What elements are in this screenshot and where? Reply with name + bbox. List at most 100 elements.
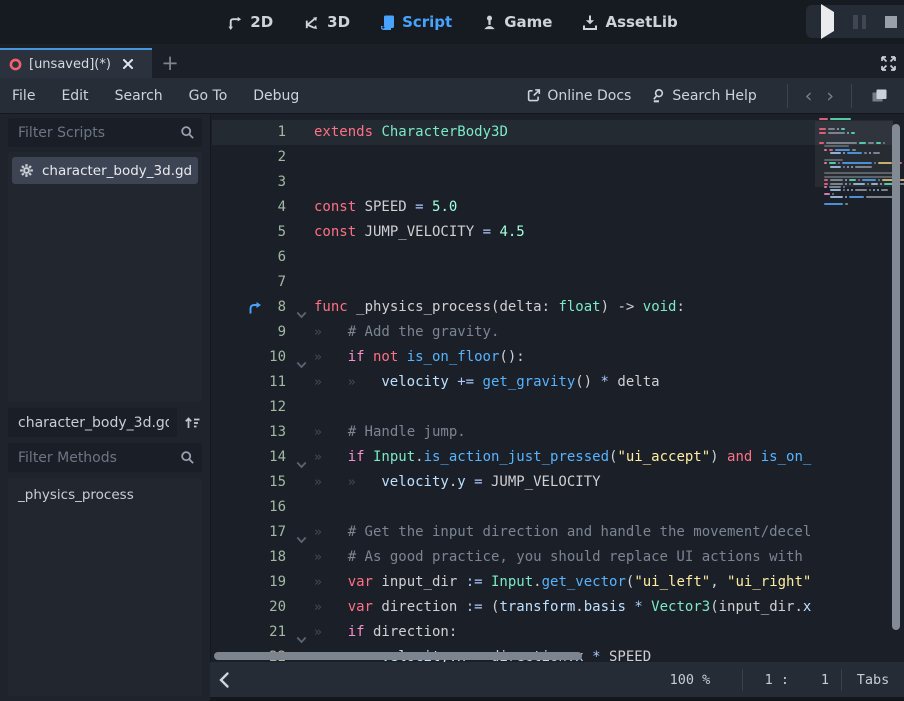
token-base: direction bbox=[381, 599, 465, 615]
workspace-tab-assetlib[interactable]: AssetLib bbox=[582, 13, 677, 31]
code-line-1: 1extends CharacterBody3D bbox=[212, 120, 816, 145]
token-fn: is_on_floor bbox=[407, 349, 500, 365]
token-member: velocity bbox=[381, 474, 448, 490]
minimap-line-pill bbox=[843, 166, 845, 168]
workspace-tab-3d[interactable]: 3D bbox=[303, 13, 350, 31]
separator bbox=[851, 84, 852, 108]
method-list-item[interactable]: _physics_process bbox=[8, 478, 202, 507]
minimap-line-pill bbox=[819, 118, 828, 120]
minimap[interactable] bbox=[815, 114, 893, 662]
scripts-panel-toggle-icon[interactable] bbox=[862, 87, 896, 104]
workspace-tab-2d[interactable]: 2D bbox=[226, 13, 273, 31]
code-line-20: 20»var direction := (transform.basis * V… bbox=[212, 595, 816, 620]
tab-indent-marker: » bbox=[314, 445, 348, 470]
minimap-line-pill bbox=[880, 183, 882, 185]
line-number: 5 bbox=[240, 220, 286, 245]
indent-mode-button[interactable]: Tabs bbox=[842, 672, 904, 688]
line-number: 7 bbox=[240, 270, 286, 295]
external-link-icon bbox=[526, 88, 541, 103]
menu-debug[interactable]: Debug bbox=[253, 88, 313, 104]
menu-edit[interactable]: Edit bbox=[61, 88, 102, 104]
token-num: 4.5 bbox=[499, 224, 524, 240]
filter-scripts-input[interactable] bbox=[8, 118, 202, 147]
pause-button[interactable] bbox=[853, 15, 866, 29]
minimap-line-pill bbox=[837, 128, 839, 130]
script-path-field[interactable] bbox=[8, 408, 177, 437]
tab-indent-marker: » bbox=[314, 420, 348, 445]
workspace-label: Script bbox=[402, 13, 452, 31]
token-op: = bbox=[483, 224, 500, 240]
menu-go-to[interactable]: Go To bbox=[189, 88, 242, 104]
minimap-line-pill bbox=[855, 189, 867, 191]
online-docs-button[interactable]: Online Docs bbox=[526, 88, 631, 104]
history-forward-icon[interactable]: › bbox=[819, 85, 841, 107]
code-line-2: 2 bbox=[212, 145, 816, 170]
history-back-icon[interactable]: ‹ bbox=[798, 85, 820, 107]
minimap-line-pill bbox=[853, 183, 865, 185]
token-base: direction bbox=[373, 624, 449, 640]
workspace-label: AssetLib bbox=[605, 13, 677, 31]
play-icon bbox=[821, 4, 834, 39]
code-line-10: 10»if not is_on_floor(): bbox=[212, 345, 816, 370]
token-str: "ui_right" bbox=[727, 574, 811, 590]
tab-close-icon[interactable] bbox=[122, 58, 134, 70]
token-fn: get_vector bbox=[542, 574, 626, 590]
line-number: 9 bbox=[240, 320, 286, 345]
minimap-line-pill bbox=[832, 193, 834, 195]
distraction-free-icon[interactable] bbox=[880, 55, 897, 76]
minimap-line-pill bbox=[869, 152, 871, 154]
minimap-line-pill bbox=[864, 152, 867, 154]
code-line-5: 5const JUMP_VELOCITY = 4.5 bbox=[212, 220, 816, 245]
code-text: »# As good practice, you should replace … bbox=[314, 545, 803, 570]
code-line-3: 3 bbox=[212, 170, 816, 195]
scripts-list: character_body_3d.gd bbox=[8, 152, 202, 402]
script-tab-strip: [unsaved](*) + bbox=[0, 44, 904, 78]
script-editor-menubar: File Edit Search Go To Debug Online Docs bbox=[0, 78, 904, 114]
line-number: 13 bbox=[240, 420, 286, 445]
assetlib-icon bbox=[582, 14, 598, 31]
token-member: basis bbox=[584, 599, 635, 615]
code-editor[interactable]: 1extends CharacterBody3D234const SPEED =… bbox=[210, 114, 904, 662]
minimap-line-pill bbox=[900, 179, 904, 181]
search-help-button[interactable]: Search Help bbox=[651, 88, 756, 104]
token-base: (): bbox=[499, 349, 524, 365]
editor-zoom-value[interactable]: 100 % bbox=[638, 672, 742, 688]
minimap-line-pill bbox=[824, 203, 843, 205]
minimap-line-pill bbox=[849, 179, 856, 181]
filter-methods-input[interactable] bbox=[8, 443, 202, 472]
minimap-line-pill bbox=[843, 186, 845, 188]
line-number: 21 bbox=[240, 620, 286, 645]
token-type: Vector3 bbox=[651, 599, 710, 615]
token-type: void bbox=[643, 299, 677, 315]
minimap-line-pill bbox=[883, 142, 885, 144]
minimap-line-pill bbox=[828, 132, 846, 134]
code-line-4: 4const SPEED = 5.0 bbox=[212, 195, 816, 220]
stop-button[interactable] bbox=[885, 16, 897, 28]
script-list-item[interactable]: character_body_3d.gd bbox=[12, 157, 198, 184]
line-number: 12 bbox=[240, 395, 286, 420]
minimap-line-pill bbox=[845, 196, 847, 198]
new-script-tab-button[interactable]: + bbox=[158, 52, 182, 76]
scripts-sidebar: character_body_3d.gd _physics_process bbox=[0, 114, 210, 701]
minimap-line-pill bbox=[845, 183, 848, 185]
game-icon bbox=[482, 14, 497, 31]
horizontal-scrollbar[interactable] bbox=[214, 652, 582, 660]
play-button[interactable] bbox=[821, 12, 834, 31]
token-base: JUMP_VELOCITY bbox=[365, 224, 483, 240]
token-op: = bbox=[415, 199, 432, 215]
token-base: delta bbox=[617, 374, 659, 390]
minimap-line-pill bbox=[869, 189, 871, 191]
menu-file[interactable]: File bbox=[12, 88, 49, 104]
tab-unsaved-script[interactable]: [unsaved](*) bbox=[0, 48, 152, 78]
workspace-tab-script[interactable]: Script bbox=[380, 13, 452, 31]
workspace-tab-game[interactable]: Game bbox=[482, 13, 552, 31]
tab-label: [unsaved](*) bbox=[29, 57, 111, 72]
separator bbox=[787, 84, 788, 108]
vertical-scrollbar[interactable] bbox=[892, 124, 900, 630]
code-text: »»velocity += get_gravity() * delta bbox=[314, 370, 660, 395]
line-number: 6 bbox=[240, 245, 286, 270]
menu-search[interactable]: Search bbox=[115, 88, 177, 104]
collapse-sidebar-chevron-icon[interactable] bbox=[218, 671, 231, 689]
sort-scripts-icon[interactable] bbox=[181, 410, 204, 435]
workspace-label: 3D bbox=[327, 13, 350, 31]
